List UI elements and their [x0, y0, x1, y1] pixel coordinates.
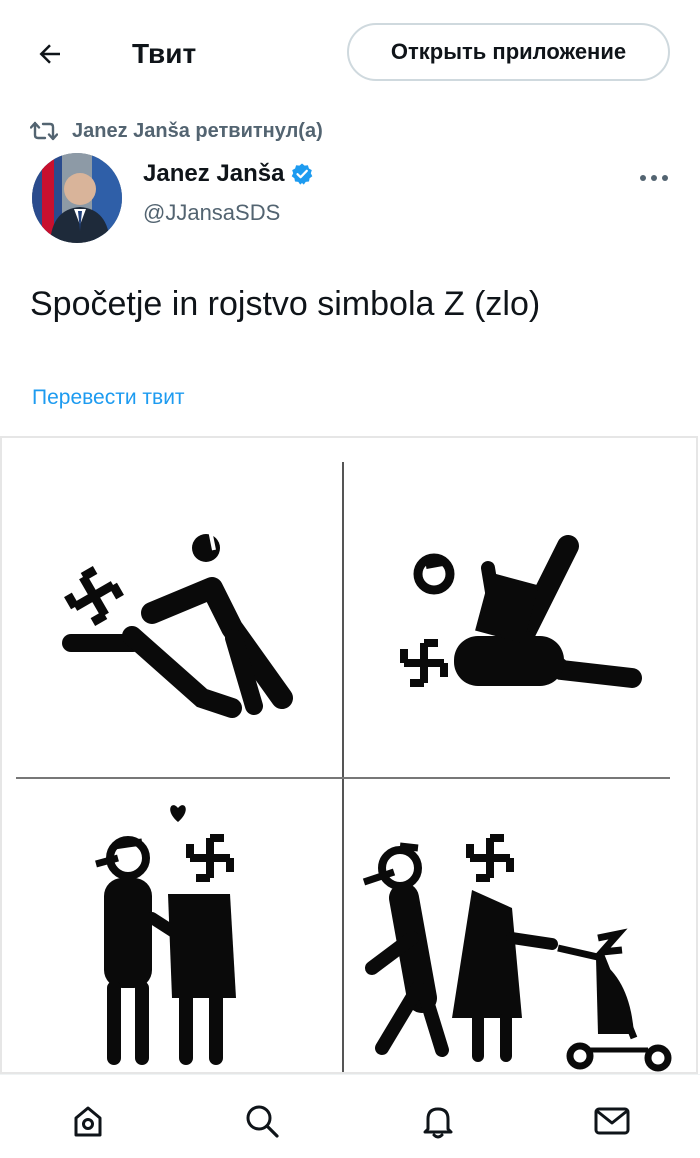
back-button[interactable] — [30, 34, 70, 74]
panel-3-figures — [95, 805, 236, 1065]
retweet-text: Janez Janša ретвитнул(а) — [72, 119, 323, 142]
nav-messages-button[interactable] — [590, 1099, 634, 1143]
home-icon — [74, 1106, 102, 1137]
avatar[interactable] — [32, 153, 122, 243]
more-dots-icon — [640, 175, 668, 181]
author-handle[interactable]: @JJansaSDS — [143, 200, 280, 226]
search-icon — [246, 1105, 279, 1138]
tweet-text: Spočetje in rojstvo simbola Z (zlo) — [30, 285, 541, 323]
panel-2-figures — [400, 535, 642, 688]
panel-4-figures — [362, 834, 672, 1072]
retweet-indicator: Janez Janša ретвитнул(а) — [30, 115, 323, 147]
avatar-image — [32, 153, 122, 243]
top-bar: Твит Открыть приложение — [0, 0, 700, 105]
author-name[interactable]: Janez Janša — [143, 160, 314, 188]
page-title: Твит — [132, 38, 197, 69]
nav-home-button[interactable] — [66, 1099, 110, 1143]
messages-icon — [594, 1107, 630, 1135]
tweet-image-illustration — [16, 462, 672, 1072]
arrow-left-icon — [39, 44, 60, 64]
open-app-button[interactable]: Открыть приложение — [347, 23, 670, 81]
panel-1-figures — [62, 527, 293, 718]
author-name-text: Janez Janša — [143, 160, 285, 187]
notifications-icon — [423, 1107, 453, 1139]
nav-notifications-button[interactable] — [416, 1099, 460, 1143]
retweet-icon — [30, 121, 58, 141]
tweet-image[interactable] — [0, 436, 698, 1074]
translate-tweet-link[interactable]: Перевести твит — [32, 386, 185, 410]
more-options-button[interactable] — [636, 168, 672, 188]
verified-badge-icon — [292, 163, 313, 185]
bottom-navigation — [0, 1074, 700, 1158]
nav-search-button[interactable] — [240, 1099, 284, 1143]
